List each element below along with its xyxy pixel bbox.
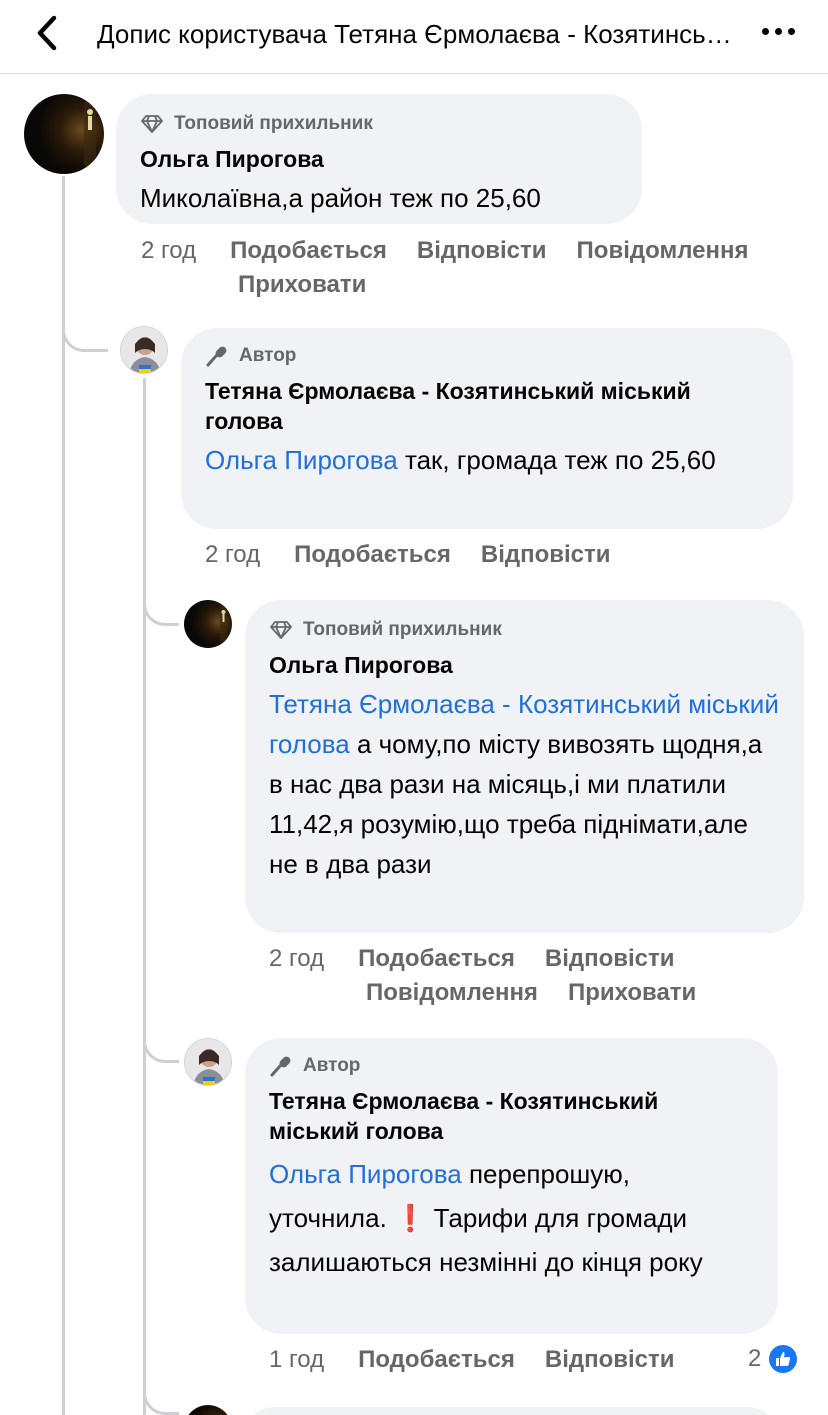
comment-actions: 1 год Подобається Відповісти xyxy=(269,1343,705,1377)
reply-button[interactable]: Відповісти xyxy=(417,237,547,264)
hide-button[interactable]: Приховати xyxy=(568,979,696,1006)
reply-button[interactable]: Відповісти xyxy=(545,945,675,972)
comment-actions: 2 год Подобається Відповісти xyxy=(205,538,641,572)
comment-time[interactable]: 2 год xyxy=(141,237,196,264)
mention-link[interactable]: Ольга Пирогова xyxy=(269,1159,462,1189)
thread-line xyxy=(143,378,146,1415)
avatar[interactable] xyxy=(184,1038,232,1086)
top-fan-badge[interactable]: Топовий прихильник xyxy=(269,618,780,642)
thread-connector xyxy=(143,1375,179,1415)
comment-actions: 2 год Подобається Відповісти Повідомлення П… xyxy=(269,942,809,1010)
reaction-count: 2 xyxy=(748,1345,762,1372)
avatar-image xyxy=(129,337,161,373)
avatar-image xyxy=(220,606,227,642)
badge-label: Автор xyxy=(239,345,297,366)
comment-thread-page: Допис користувача Тетяна Єрмолаєва - Коз… xyxy=(0,0,828,1415)
avatar[interactable] xyxy=(184,600,232,648)
comment-text: Ольга Пирогова перепрошую, уточнила. ❗ Т… xyxy=(269,1152,754,1284)
comment-bubble[interactable]: Автор Тетяна Єрмолаєва - Козятинський мі… xyxy=(245,1038,778,1334)
microphone-icon xyxy=(270,1056,291,1077)
comment-text: Тетяна Єрмолаєва - Козятинський міський … xyxy=(269,684,780,884)
comment-bubble[interactable]: Топовий прихильник Ольга Пирогова Микола… xyxy=(116,94,642,224)
more-options-button[interactable] xyxy=(762,22,798,42)
like-button[interactable]: Подобається xyxy=(358,945,515,972)
hide-button[interactable]: Приховати xyxy=(238,271,366,298)
report-button[interactable]: Повідомлення xyxy=(577,237,749,264)
comment-author[interactable]: Тетяна Єрмолаєва - Козятинський міський … xyxy=(205,376,769,436)
comment-time[interactable]: 2 год xyxy=(269,945,324,972)
report-button[interactable]: Повідомлення xyxy=(366,979,538,1006)
reply-button[interactable]: Відповісти xyxy=(545,1346,675,1373)
avatar-image xyxy=(193,1049,225,1085)
diamond-icon xyxy=(141,115,163,133)
like-button[interactable]: Подобається xyxy=(230,237,387,264)
more-horizontal-icon xyxy=(762,28,769,35)
page-title: Допис користувача Тетяна Єрмолаєва - Коз… xyxy=(97,19,737,49)
comment-bubble[interactable]: Топовий прихильник Ольга Пирогова Тетяна… xyxy=(245,600,804,933)
avatar-image xyxy=(84,102,96,166)
top-bar: Допис користувача Тетяна Єрмолаєва - Коз… xyxy=(0,0,828,74)
comment-time[interactable]: 1 год xyxy=(269,1346,324,1373)
chevron-left-icon xyxy=(37,15,57,51)
reaction-summary[interactable]: 2 xyxy=(748,1343,800,1375)
avatar[interactable] xyxy=(184,1405,232,1415)
comment-body: перепрошую, xyxy=(468,1159,631,1189)
avatar[interactable] xyxy=(24,94,104,174)
comment-body: уточнила. xyxy=(269,1203,387,1233)
thread-line xyxy=(62,176,65,1415)
reply-button[interactable]: Відповісти xyxy=(481,541,611,568)
comment-body: так, громада теж по 25,60 xyxy=(404,445,716,475)
mention-link[interactable]: Ольга Пирогова xyxy=(205,445,398,475)
thread-connector xyxy=(143,1015,179,1063)
comment-text: Миколаївна,а район теж по 25,60 xyxy=(140,183,541,213)
more-dot xyxy=(788,28,795,35)
comment-author[interactable]: Ольга Пирогова xyxy=(140,144,618,174)
microphone-icon xyxy=(206,346,227,367)
like-button[interactable]: Подобається xyxy=(358,1346,515,1373)
comment-time[interactable]: 2 год xyxy=(205,541,260,568)
comment-bubble[interactable]: Автор Тетяна Єрмолаєва - Козятинський мі… xyxy=(181,328,793,529)
exclamation-emoji: ❗ xyxy=(394,1203,427,1233)
comment-author[interactable]: Ольга Пирогова xyxy=(269,650,780,680)
back-button[interactable] xyxy=(30,12,66,54)
diamond-icon xyxy=(270,621,292,639)
badge-label: Топовий прихильник xyxy=(303,619,502,640)
comment-author[interactable]: Тетяна Єрмолаєва - Козятинський міський … xyxy=(269,1086,754,1146)
comment-bubble[interactable] xyxy=(245,1407,778,1415)
thumbs-up-icon xyxy=(767,1343,800,1375)
badge-label: Автор xyxy=(303,1055,361,1076)
more-dot xyxy=(775,28,782,35)
author-badge[interactable]: Автор xyxy=(269,1054,754,1078)
avatar[interactable] xyxy=(120,326,168,374)
comment-actions: 2 год Подобається Відповісти Повідомлення П… xyxy=(141,234,821,302)
badge-label: Топовий прихильник xyxy=(174,113,373,134)
author-badge[interactable]: Автор xyxy=(205,344,769,368)
thread-connector xyxy=(143,580,179,626)
like-button[interactable]: Подобається xyxy=(294,541,451,568)
top-fan-badge[interactable]: Топовий прихильник xyxy=(140,112,618,136)
comment-text: Ольга Пирогова так, громада теж по 25,60 xyxy=(205,440,769,480)
thread-connector xyxy=(62,300,108,352)
